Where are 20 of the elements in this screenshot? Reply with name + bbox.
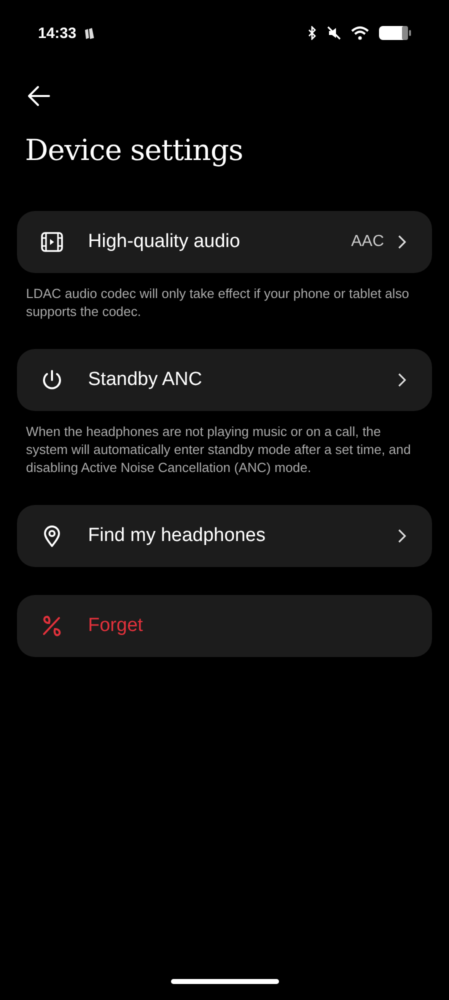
setting-row[interactable]: Find my headphones: [17, 505, 432, 567]
audio-file-icon: [40, 230, 64, 254]
bluetooth-icon: [307, 26, 317, 40]
description-text: LDAC audio codec will only take effect if your phone or tablet also supports the codec.: [26, 285, 410, 321]
setting-value: AAC: [351, 233, 384, 251]
back-icon[interactable]: [27, 85, 51, 107]
description-text: When the headphones are not playing music or on a call, the system will automatically enter standby mode after a set time, and disabling Active Noise Cancellation (ANC) mode.: [26, 423, 412, 477]
setting-row[interactable]: High-quality audio AAC: [17, 211, 432, 273]
mute-icon: [327, 26, 341, 40]
page-title: Device settings: [25, 133, 244, 167]
chevron-icon: [398, 373, 406, 387]
setting-row[interactable]: Standby ANC: [17, 349, 432, 411]
notification-icon: [84, 26, 96, 40]
wifi-icon: [351, 26, 369, 40]
power-icon: [40, 368, 64, 392]
status-time: 14:33: [38, 24, 76, 42]
chevron-icon: [398, 529, 406, 543]
battery-icon: [379, 25, 411, 41]
forget-button[interactable]: Forget: [17, 595, 432, 657]
chevron-icon: [398, 235, 406, 249]
